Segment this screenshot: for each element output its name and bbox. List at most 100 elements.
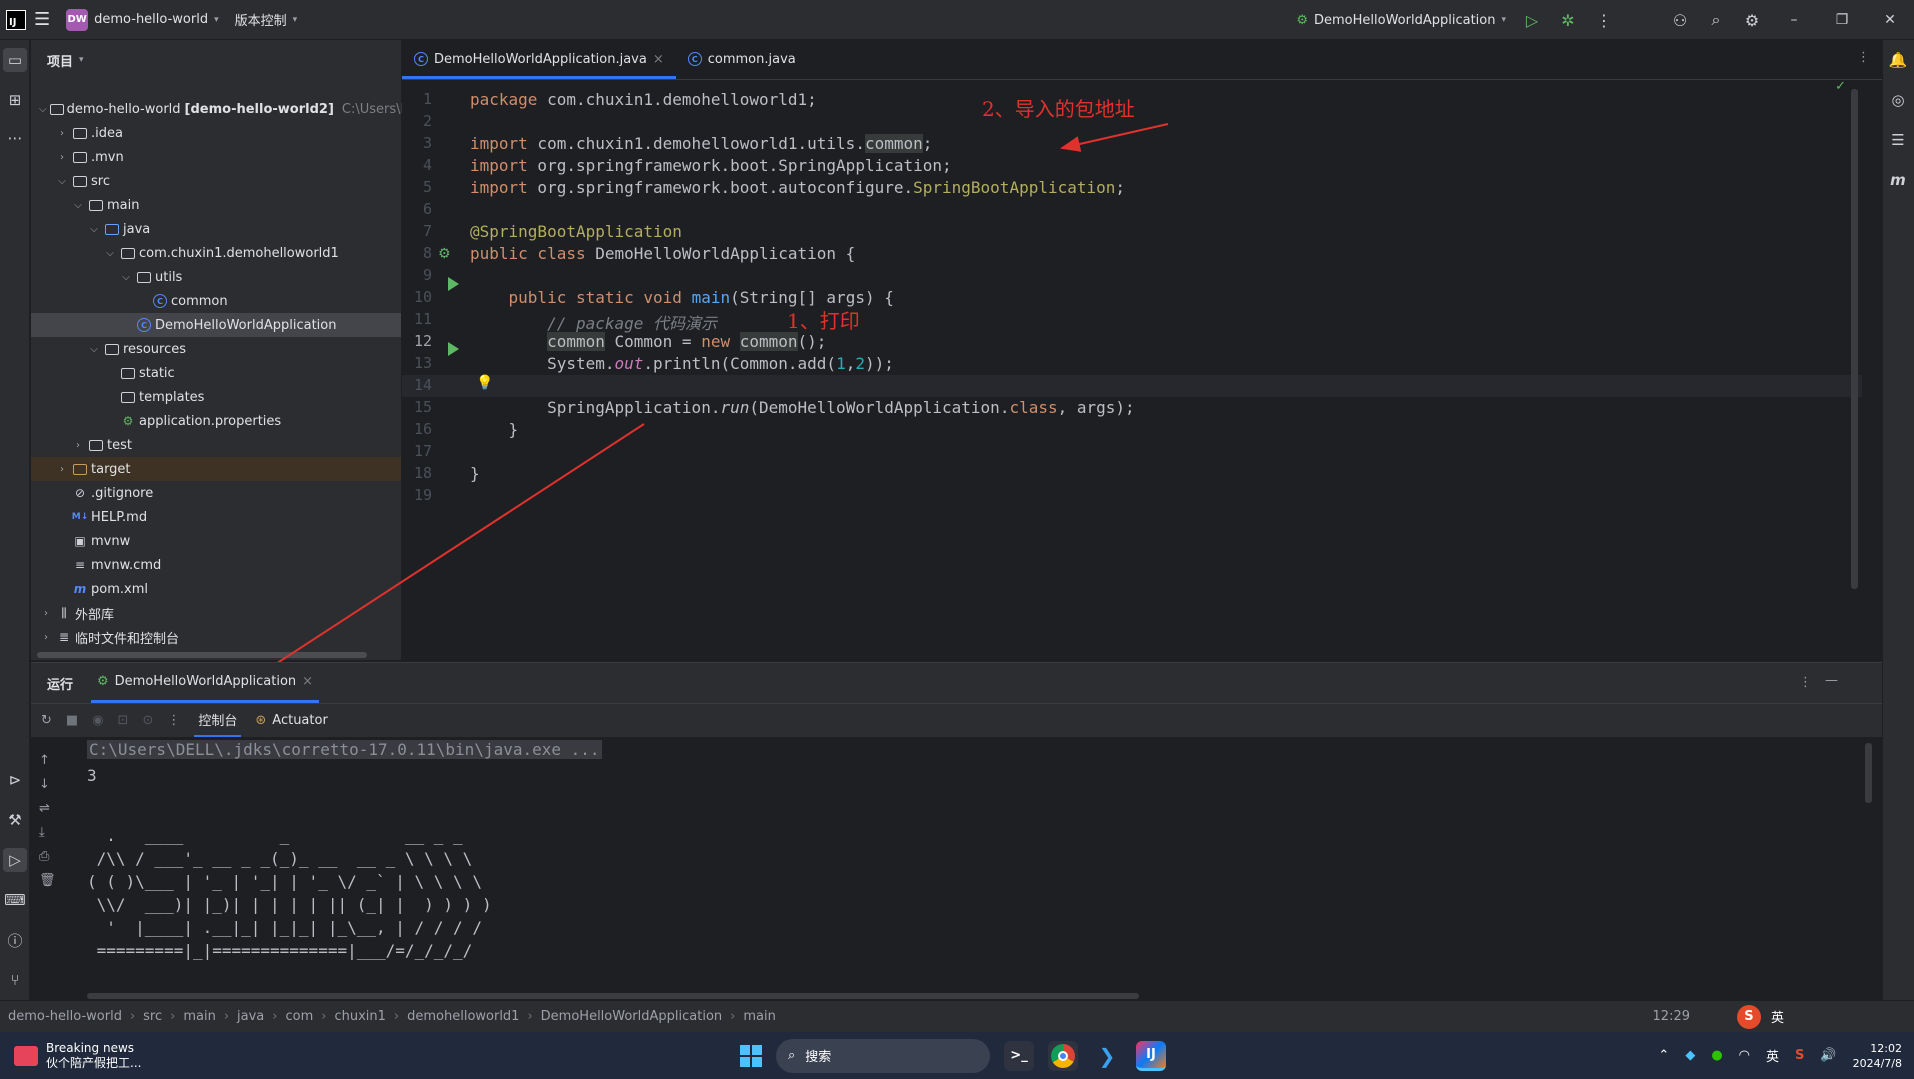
ai-assistant-icon[interactable]: ◎ bbox=[1886, 88, 1910, 112]
tree-item-external-libraries[interactable]: › ⫼ 外部库 bbox=[31, 601, 401, 625]
caret-position[interactable]: 12:29 bbox=[1653, 1009, 1690, 1024]
project-panel-header[interactable]: 项目 ▾ bbox=[31, 40, 401, 80]
tree-item-resources[interactable]: ⌵ resources bbox=[31, 337, 401, 361]
input-method-icon[interactable]: S 英 bbox=[1736, 1004, 1784, 1029]
minimize-button[interactable]: – bbox=[1770, 0, 1818, 40]
soft-wrap-icon[interactable]: ⇌ bbox=[39, 801, 50, 816]
tree-item-application-class[interactable]: C DemoHelloWorldApplication bbox=[31, 313, 401, 337]
tree-item-utils[interactable]: ⌵ utils bbox=[31, 265, 401, 289]
tree-item-application-properties[interactable]: ⚙ application.properties bbox=[31, 409, 401, 433]
run-main-gutter-icon[interactable] bbox=[448, 342, 459, 356]
breadcrumb-item[interactable]: main bbox=[743, 1009, 775, 1024]
console-vertical-scrollbar[interactable] bbox=[1865, 743, 1872, 803]
breadcrumb-item[interactable]: com bbox=[285, 1009, 313, 1024]
settings-gear-icon[interactable]: ⚙ bbox=[1734, 0, 1770, 40]
intellij-logo[interactable]: IJ bbox=[6, 9, 26, 30]
more-icon[interactable]: ⋮ bbox=[167, 713, 180, 728]
security-icon[interactable]: ◆ bbox=[1685, 1048, 1695, 1063]
breadcrumb-item[interactable]: java bbox=[237, 1009, 264, 1024]
close-tab-icon[interactable]: × bbox=[302, 674, 313, 689]
scroll-up-icon[interactable]: ↑ bbox=[39, 753, 50, 768]
breadcrumb-item[interactable]: chuxin1 bbox=[334, 1009, 385, 1024]
scroll-down-icon[interactable]: ↓ bbox=[39, 777, 50, 792]
tab-demo-hello-world-application[interactable]: C DemoHelloWorldApplication.java × bbox=[402, 39, 676, 79]
threads-icon[interactable]: ⊙ bbox=[142, 713, 153, 728]
breadcrumb-item[interactable]: main bbox=[183, 1009, 215, 1024]
search-icon[interactable]: ⌕ bbox=[1698, 0, 1734, 40]
tree-item-main[interactable]: ⌵ main bbox=[31, 193, 401, 217]
chevron-up-icon[interactable]: ⌃ bbox=[1658, 1048, 1669, 1063]
build-hammer-icon[interactable]: ⚒ bbox=[3, 808, 27, 832]
inspection-ok-icon[interactable]: ✓ bbox=[1835, 79, 1846, 94]
intellij-taskbar-icon[interactable]: IJ bbox=[1136, 1040, 1166, 1071]
tree-item-gitignore[interactable]: ⊘ .gitignore bbox=[31, 481, 401, 505]
breadcrumb-item[interactable]: src bbox=[143, 1009, 162, 1024]
clock[interactable]: 12:02 2024/7/8 bbox=[1853, 1041, 1902, 1071]
sogou-icon[interactable]: S bbox=[1795, 1048, 1804, 1063]
git-branch-icon[interactable]: ⑂ bbox=[3, 968, 27, 992]
terminal-icon[interactable]: ⌨ bbox=[3, 888, 27, 912]
tree-item-src[interactable]: ⌵ src bbox=[31, 169, 401, 193]
run-gutter-icon[interactable] bbox=[448, 277, 459, 291]
breadcrumb-item[interactable]: demohelloworld1 bbox=[407, 1009, 519, 1024]
problems-icon[interactable]: ⓘ bbox=[3, 928, 27, 952]
spring-bean-gutter-icon[interactable]: ⚙ bbox=[438, 246, 451, 262]
tree-item-java[interactable]: ⌵ java bbox=[31, 217, 401, 241]
console-horizontal-scrollbar[interactable] bbox=[87, 993, 1139, 999]
run-panel-options-icon[interactable]: ⋮ bbox=[1799, 675, 1812, 690]
tab-actuator[interactable]: ⊛ Actuator bbox=[255, 713, 327, 728]
tree-item-idea[interactable]: › .idea bbox=[31, 121, 401, 145]
clear-console-icon[interactable]: 🗑 bbox=[39, 873, 56, 888]
tree-item-static[interactable]: static bbox=[31, 361, 401, 385]
news-widget[interactable]: Breaking news 伙个陪产假把工... bbox=[0, 1041, 141, 1071]
project-switcher[interactable]: DW demo-hello-world ▾ bbox=[58, 0, 226, 40]
stop-icon[interactable]: ■ bbox=[66, 713, 78, 728]
close-tab-icon[interactable]: × bbox=[653, 52, 664, 67]
maven-icon[interactable]: m bbox=[1886, 168, 1910, 192]
tree-item-package[interactable]: ⌵ com.chuxin1.demohelloworld1 bbox=[31, 241, 401, 265]
services-icon[interactable]: ⊳ bbox=[3, 768, 27, 792]
more-actions-icon[interactable]: ⋮ bbox=[1586, 0, 1622, 40]
rerun-icon[interactable]: ↻ bbox=[41, 713, 52, 728]
run-config-selector[interactable]: ⚙ DemoHelloWorldApplication ▾ bbox=[1288, 0, 1514, 40]
lightbulb-icon[interactable]: 💡 bbox=[476, 375, 493, 391]
code-editor[interactable]: 1 2 3 4 5 6 7 8 9 10 11 12 13 14 15 16 17 18 19 ⚙ 💡 packag… bbox=[402, 79, 1882, 661]
run-config-tab[interactable]: ⚙ DemoHelloWorldApplication × bbox=[91, 663, 320, 703]
vcs-menu[interactable]: 版本控制 ▾ bbox=[227, 0, 306, 40]
tab-options-icon[interactable]: ⋮ bbox=[1857, 50, 1870, 65]
breadcrumb-item[interactable]: demo-hello-world bbox=[8, 1009, 122, 1024]
run-tool-icon[interactable]: ▷ bbox=[3, 848, 27, 872]
volume-icon[interactable]: 🔊 bbox=[1820, 1048, 1836, 1063]
tree-item-common[interactable]: C common bbox=[31, 289, 401, 313]
main-menu-button[interactable]: ☰ bbox=[26, 0, 58, 40]
taskbar-search[interactable]: ⌕ 搜索 bbox=[776, 1038, 990, 1073]
windows-start-icon[interactable] bbox=[740, 1044, 762, 1067]
tree-item-templates[interactable]: templates bbox=[31, 385, 401, 409]
tree-item-scratches[interactable]: › ≣ 临时文件和控制台 bbox=[31, 625, 401, 649]
add-user-icon[interactable]: ⚇ bbox=[1662, 0, 1698, 40]
tree-item-pom-xml[interactable]: m pom.xml bbox=[31, 577, 401, 601]
tree-item-mvnw-cmd[interactable]: ≡ mvnw.cmd bbox=[31, 553, 401, 577]
tree-item-target[interactable]: › target bbox=[31, 457, 401, 481]
tree-item-test[interactable]: › test bbox=[31, 433, 401, 457]
notifications-bell-icon[interactable]: 🔔 bbox=[1886, 48, 1910, 72]
vscode-icon[interactable]: ❯ bbox=[1092, 1041, 1122, 1071]
breadcrumb-item[interactable]: DemoHelloWorldApplication bbox=[541, 1009, 722, 1024]
tree-item-help-md[interactable]: M↓ HELP.md bbox=[31, 505, 401, 529]
close-window-button[interactable]: ✕ bbox=[1866, 0, 1914, 40]
wechat-icon[interactable]: ● bbox=[1711, 1048, 1722, 1063]
tree-item-mvnw[interactable]: ▣ mvnw bbox=[31, 529, 401, 553]
restore-button[interactable]: ❐ bbox=[1818, 0, 1866, 40]
terminal-app-icon[interactable]: >_ bbox=[1004, 1040, 1034, 1071]
tray-ime[interactable]: 英 bbox=[1766, 1046, 1779, 1065]
run-icon[interactable]: ▷ bbox=[1514, 0, 1550, 40]
database-icon[interactable]: ☰ bbox=[1886, 128, 1910, 152]
more-tools-icon[interactable]: ⋯ bbox=[3, 126, 27, 150]
camera-icon[interactable]: ◉ bbox=[92, 713, 103, 728]
console-output[interactable]: C:\Users\DELL\.jdks\corretto-17.0.11\bin… bbox=[87, 739, 1867, 989]
restore-layout-icon[interactable]: ⊡ bbox=[118, 713, 129, 728]
hide-panel-icon[interactable]: — bbox=[1825, 673, 1838, 688]
tab-console[interactable]: 控制台 bbox=[194, 704, 242, 737]
structure-icon[interactable]: ⊞ bbox=[3, 88, 27, 112]
tree-item-mvn[interactable]: › .mvn bbox=[31, 145, 401, 169]
